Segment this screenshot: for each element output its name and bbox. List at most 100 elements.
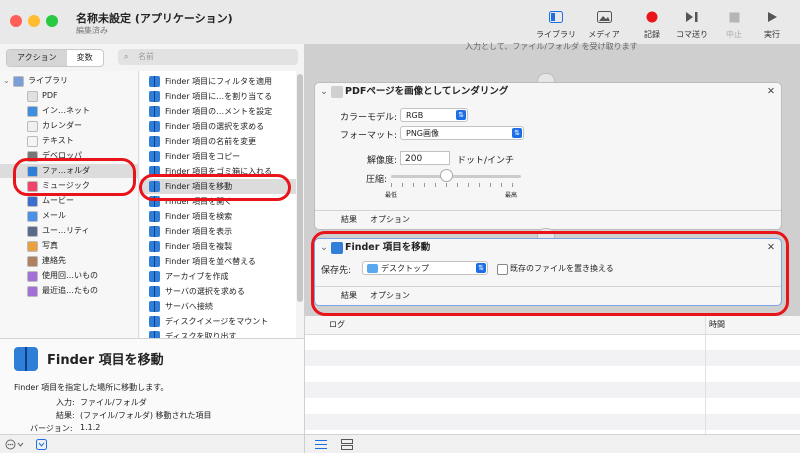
- tab-options[interactable]: オプション: [370, 287, 410, 305]
- category-item[interactable]: 連絡先: [0, 254, 138, 268]
- category-item[interactable]: メール: [0, 209, 138, 223]
- action-menu-icon[interactable]: [5, 439, 25, 450]
- category-item[interactable]: ミュージック: [0, 179, 138, 193]
- media-icon: [596, 11, 612, 23]
- color-model-select[interactable]: RGB ⇅: [400, 108, 468, 122]
- action-item[interactable]: Finder 項目を開く: [140, 194, 296, 209]
- slider-ticks: [391, 183, 521, 187]
- action-item[interactable]: Finder 項目の選択を求める: [140, 119, 296, 134]
- record-label: 記録: [644, 30, 660, 39]
- disclosure-chevron-icon[interactable]: ⌄: [3, 74, 10, 88]
- description-text: Finder 項目を指定した場所に移動します。: [14, 383, 169, 392]
- media-button[interactable]: メディア: [582, 8, 626, 40]
- close-window-button[interactable]: [10, 15, 22, 27]
- format-select[interactable]: PNG画像 ⇅: [400, 126, 524, 140]
- category-item[interactable]: ファ…ォルダ: [0, 164, 138, 178]
- action-label: Finder 項目の選択を求める: [165, 122, 265, 131]
- category-label: 連絡先: [42, 256, 66, 265]
- action-item[interactable]: Finder 項目の名前を変更: [140, 134, 296, 149]
- replace-checkbox[interactable]: [497, 264, 508, 275]
- tab-options[interactable]: オプション: [370, 211, 410, 229]
- description-toggle-icon[interactable]: [36, 439, 47, 450]
- resolution-input[interactable]: 200: [400, 151, 450, 165]
- finder-icon: [149, 286, 160, 297]
- move-card-title: Finder 項目を移動: [345, 242, 431, 253]
- tab-results[interactable]: 結果: [341, 211, 357, 229]
- search-placeholder: 名前: [138, 52, 154, 61]
- window-title: 名称未設定 (アプリケーション): [76, 12, 233, 25]
- pdf-card-close-icon[interactable]: ✕: [767, 83, 775, 101]
- stop-icon: [729, 12, 739, 22]
- category-item[interactable]: ⌄ ライブラリ: [0, 74, 138, 88]
- category-item[interactable]: テキスト: [0, 134, 138, 148]
- action-item[interactable]: Finder 項目の…メントを設定: [140, 104, 296, 119]
- search-input[interactable]: ⌕ 名前: [118, 49, 298, 65]
- tab-variables[interactable]: 変数: [67, 50, 103, 66]
- action-item[interactable]: Finder 項目をゴミ箱に入れる: [140, 164, 296, 179]
- action-item[interactable]: Finder 項目を並べ替える: [140, 254, 296, 269]
- input-label: 入力:: [56, 398, 75, 407]
- compression-slider-track[interactable]: [391, 175, 521, 178]
- action-item[interactable]: サーバの選択を求める: [140, 284, 296, 299]
- run-button[interactable]: 実行: [750, 8, 794, 40]
- collapse-chevron-icon[interactable]: ⌄: [320, 83, 328, 101]
- action-label: Finder 項目の…メントを設定: [165, 107, 273, 116]
- finder-icon: [149, 136, 160, 147]
- category-icon: [27, 151, 38, 162]
- finder-icon: [149, 196, 160, 207]
- category-item[interactable]: 写真: [0, 239, 138, 253]
- action-item[interactable]: サーバへ接続: [140, 299, 296, 314]
- library-pane: アクション 変数 ⌕ 名前 ⌄ ライブラリ PDF イン…ネット カレンダー テキストデベ…: [0, 44, 305, 453]
- minimize-window-button[interactable]: [28, 15, 40, 27]
- category-item[interactable]: PDF: [0, 89, 138, 103]
- category-item[interactable]: イン…ネット: [0, 104, 138, 118]
- category-item[interactable]: 使用回…いもの: [0, 269, 138, 283]
- result-label: 結果:: [56, 411, 75, 420]
- category-item[interactable]: ユー…リティ: [0, 224, 138, 238]
- log-row: [305, 334, 800, 350]
- category-item[interactable]: デベロッパ: [0, 149, 138, 163]
- action-description: Finder 項目を移動 Finder 項目を指定した場所に移動します。 入力:…: [0, 338, 304, 435]
- log-row: [305, 366, 800, 382]
- finder-icon: [149, 166, 160, 177]
- action-item[interactable]: Finder 項目を複製: [140, 239, 296, 254]
- category-item[interactable]: 最近追…たもの: [0, 284, 138, 298]
- record-button[interactable]: 記録: [630, 8, 674, 40]
- left-bottom-bar: [0, 434, 304, 453]
- action-item[interactable]: Finder 項目をコピー: [140, 149, 296, 164]
- time-column-header[interactable]: 時間: [709, 316, 725, 334]
- action-item[interactable]: Finder 項目に…を割り当てる: [140, 89, 296, 104]
- slider-min-label: 最低: [385, 192, 398, 199]
- log-row: [305, 398, 800, 414]
- list-view-icon[interactable]: [315, 439, 327, 450]
- pdf-card-tabs: 結果 オプション: [315, 210, 781, 229]
- action-item[interactable]: ディスクイメージをマウント: [140, 314, 296, 329]
- action-list-scrollbar[interactable]: [297, 71, 303, 341]
- action-item[interactable]: Finder 項目にフィルタを適用: [140, 74, 296, 89]
- input-value: ファイル/フォルダ: [80, 398, 147, 407]
- split-view-icon[interactable]: [341, 439, 353, 450]
- log-row: [305, 350, 800, 366]
- zoom-window-button[interactable]: [46, 15, 58, 27]
- action-item[interactable]: Finder 項目を移動: [140, 179, 296, 194]
- folder-icon: [367, 264, 378, 273]
- category-label: デベロッパ: [42, 151, 82, 160]
- move-card-close-icon[interactable]: ✕: [767, 239, 775, 257]
- tab-actions[interactable]: アクション: [7, 50, 67, 66]
- library-button[interactable]: ライブラリ: [534, 8, 578, 40]
- destination-select[interactable]: デスクトップ ⇅: [362, 261, 488, 275]
- action-item[interactable]: Finder 項目を表示: [140, 224, 296, 239]
- finder-icon: [149, 181, 160, 192]
- tab-results[interactable]: 結果: [341, 287, 357, 305]
- popup-arrows-icon: ⇅: [512, 128, 522, 138]
- scrollbar-thumb[interactable]: [297, 74, 303, 302]
- step-button[interactable]: コマ送り: [670, 8, 714, 40]
- category-item[interactable]: ムービー: [0, 194, 138, 208]
- log-column-header[interactable]: ログ: [329, 316, 345, 334]
- compression-slider-knob[interactable]: [440, 169, 453, 182]
- collapse-chevron-icon[interactable]: ⌄: [320, 239, 328, 257]
- log-area: ログ 時間: [305, 316, 800, 453]
- category-item[interactable]: カレンダー: [0, 119, 138, 133]
- action-item[interactable]: Finder 項目を検索: [140, 209, 296, 224]
- action-item[interactable]: アーカイブを作成: [140, 269, 296, 284]
